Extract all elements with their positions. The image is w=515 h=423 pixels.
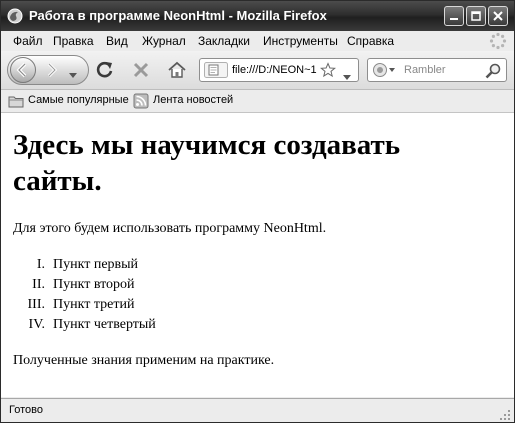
forward-arrow-icon bbox=[47, 62, 58, 78]
scrollbar-area bbox=[496, 113, 514, 397]
page-heading: Здесь мы научимся создавать сайты. bbox=[13, 129, 401, 197]
search-bar[interactable]: Rambler bbox=[367, 58, 507, 82]
menu-history[interactable]: Журнал bbox=[142, 34, 186, 48]
throbber-icon bbox=[489, 32, 507, 50]
list-marker: II. bbox=[32, 277, 45, 292]
history-dropdown-icon[interactable] bbox=[68, 65, 78, 78]
bookmark-most-visited[interactable]: Самые популярные bbox=[8, 93, 130, 109]
maximize-button[interactable] bbox=[466, 6, 486, 26]
bookmark-star-icon[interactable] bbox=[319, 62, 337, 78]
menu-bookmarks[interactable]: Закладки bbox=[198, 34, 250, 48]
list-item-text: Пункт второй bbox=[53, 277, 135, 292]
back-button[interactable] bbox=[10, 57, 36, 83]
menu-tools[interactable]: Инструменты bbox=[263, 34, 338, 48]
home-icon[interactable] bbox=[167, 60, 187, 80]
browser-window: Работа в программе NeonHtml - Mozilla Fi… bbox=[0, 0, 515, 423]
list-item-text: Пункт первый bbox=[53, 257, 139, 272]
list-item-text: Пункт четвертый bbox=[53, 317, 156, 332]
status-bar: Готово bbox=[1, 398, 514, 422]
minimize-icon bbox=[450, 18, 458, 20]
list-marker: III. bbox=[27, 297, 46, 312]
bookmark-news-feed[interactable]: Лента новостей bbox=[133, 93, 243, 109]
closing-paragraph: Полученные знания применим на практике. bbox=[13, 353, 275, 368]
close-icon bbox=[493, 11, 503, 21]
list-marker: IV. bbox=[28, 317, 45, 332]
menu-view[interactable]: Вид bbox=[106, 34, 128, 48]
stop-icon[interactable] bbox=[131, 60, 151, 80]
minimize-button[interactable] bbox=[444, 6, 464, 26]
window-title: Работа в программе NeonHtml - Mozilla Fi… bbox=[29, 8, 327, 23]
navigation-toolbar: file:///D:/NEON~1 Rambler bbox=[1, 51, 514, 90]
rss-feed-icon bbox=[133, 93, 149, 109]
url-history-dropdown-icon[interactable] bbox=[342, 66, 352, 80]
forward-button[interactable] bbox=[42, 60, 62, 80]
address-bar[interactable]: file:///D:/NEON~1 bbox=[199, 58, 359, 82]
bookmark-label: Лента новостей bbox=[153, 94, 234, 106]
firefox-icon bbox=[7, 8, 23, 24]
list-marker: I. bbox=[36, 257, 45, 272]
list-item-text: Пункт третий bbox=[53, 297, 135, 312]
search-icon[interactable] bbox=[484, 62, 502, 80]
status-text: Готово bbox=[9, 404, 43, 416]
site-identity-icon[interactable] bbox=[204, 62, 228, 78]
menu-help[interactable]: Справка bbox=[347, 34, 394, 48]
title-bar[interactable]: Работа в программе NeonHtml - Mozilla Fi… bbox=[1, 1, 514, 31]
back-forward-group bbox=[7, 55, 89, 85]
close-button[interactable] bbox=[488, 6, 508, 26]
menu-bar: Файл Правка Вид Журнал Закладки Инструме… bbox=[1, 31, 514, 51]
bookmarks-toolbar: Самые популярные Лента новостей bbox=[1, 90, 514, 113]
search-input[interactable]: Rambler bbox=[404, 64, 446, 76]
reload-icon[interactable] bbox=[95, 60, 115, 80]
menu-file[interactable]: Файл bbox=[13, 34, 43, 48]
bookmark-label: Самые популярные bbox=[28, 94, 129, 106]
page-content: Здесь мы научимся создавать сайты. Для э… bbox=[1, 113, 496, 397]
resize-grip-icon[interactable] bbox=[498, 407, 512, 421]
folder-icon bbox=[8, 96, 24, 108]
search-engine-icon[interactable] bbox=[372, 62, 398, 78]
menu-edit[interactable]: Правка bbox=[53, 34, 94, 48]
url-text[interactable]: file:///D:/NEON~1 bbox=[232, 64, 318, 76]
intro-paragraph: Для этого будем использовать программу N… bbox=[13, 221, 327, 236]
maximize-icon bbox=[471, 11, 481, 21]
back-arrow-icon bbox=[16, 62, 27, 78]
